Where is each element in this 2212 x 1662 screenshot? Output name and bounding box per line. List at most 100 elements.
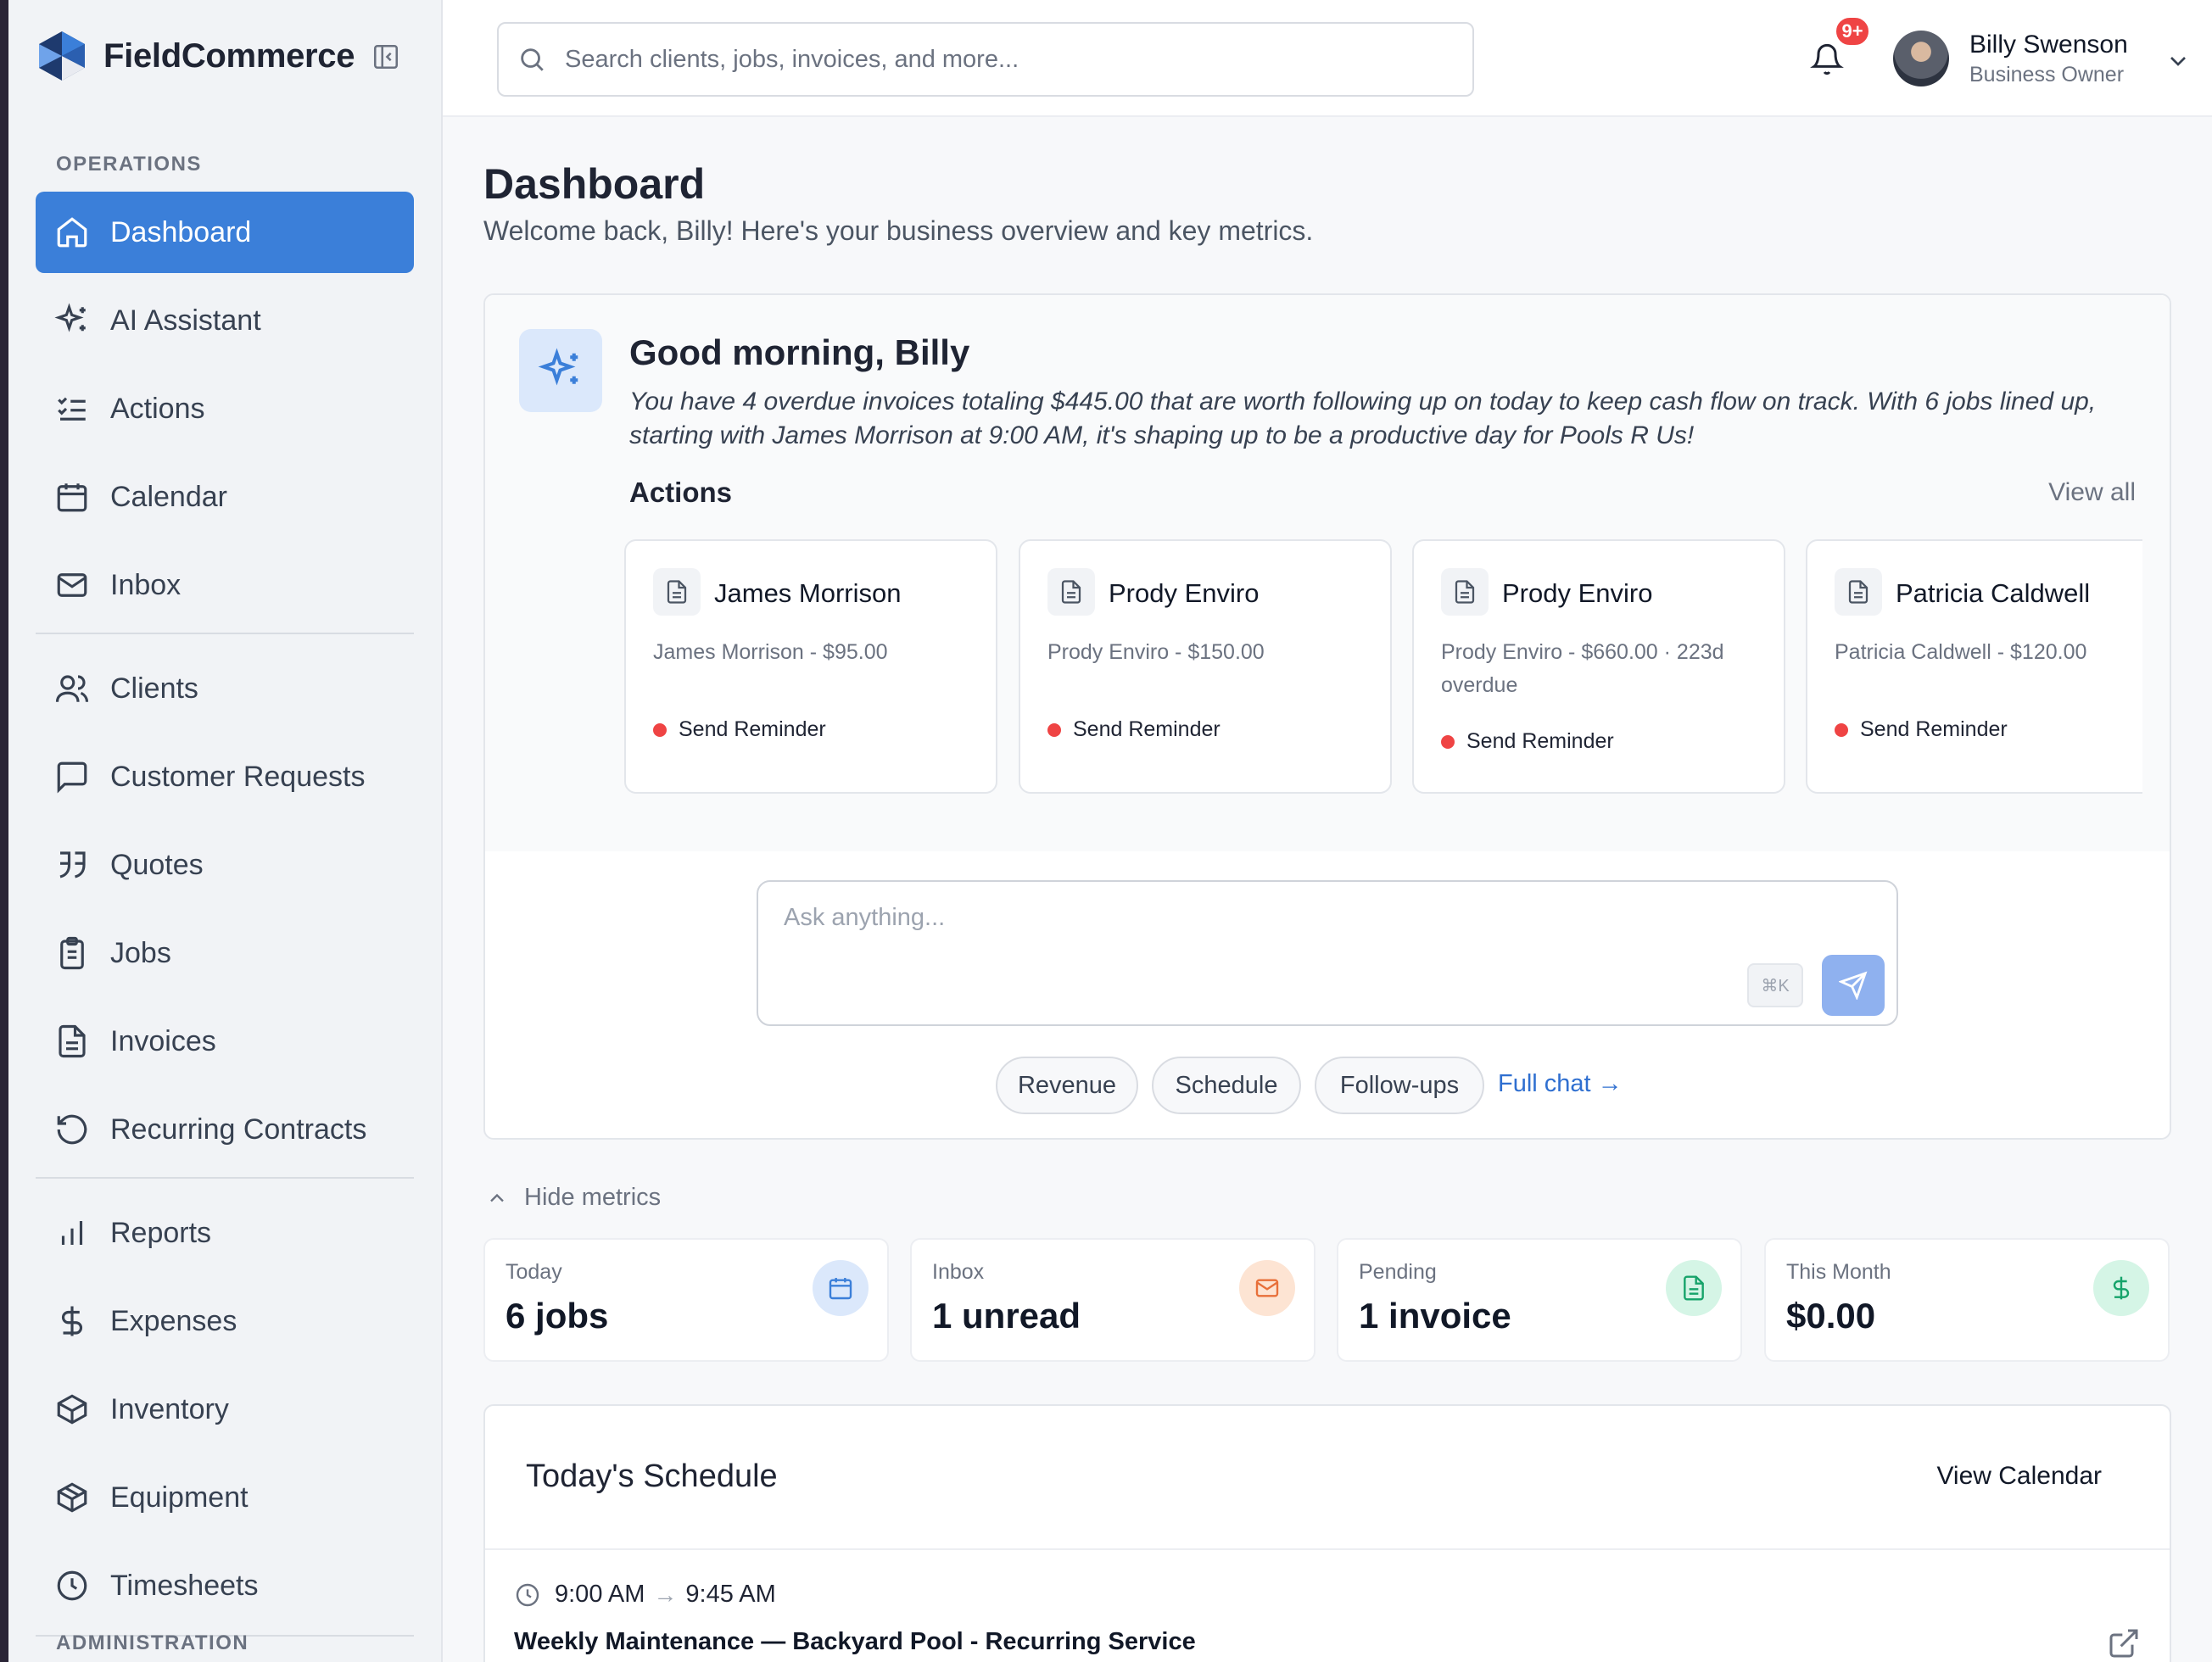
sidebar-item-label: Jobs bbox=[110, 936, 171, 969]
action-card[interactable]: Prody Enviro Prody Enviro - $150.00 Send… bbox=[1019, 539, 1392, 794]
send-reminder-button[interactable]: Send Reminder bbox=[653, 717, 826, 742]
rotate-icon bbox=[57, 1114, 87, 1145]
metric-inbox[interactable]: Inbox 1 unread bbox=[910, 1238, 1315, 1362]
search-input[interactable] bbox=[565, 45, 1413, 74]
sidebar-item-ai-assistant[interactable]: AI Assistant bbox=[36, 280, 414, 361]
send-reminder-label: Send Reminder bbox=[1466, 729, 1614, 753]
page-subtitle: Welcome back, Billy! Here's your busines… bbox=[483, 215, 1314, 246]
sidebar-item-jobs[interactable]: Jobs bbox=[36, 912, 414, 994]
clock-icon bbox=[516, 1583, 539, 1606]
sidebar-item-label: AI Assistant bbox=[110, 304, 261, 337]
calendar-icon bbox=[57, 483, 87, 512]
sidebar-item-dashboard[interactable]: Dashboard bbox=[36, 192, 414, 273]
action-card[interactable]: Patricia Caldwell Patricia Caldwell - $1… bbox=[1806, 539, 2142, 794]
collapse-sidebar-icon[interactable] bbox=[371, 42, 400, 71]
chip-follow-ups[interactable]: Follow-ups bbox=[1315, 1057, 1484, 1114]
send-reminder-label: Send Reminder bbox=[1860, 717, 2008, 741]
brand-logo-icon bbox=[39, 31, 85, 81]
sidebar-item-reports[interactable]: Reports bbox=[36, 1192, 414, 1274]
sidebar-item-customer-requests[interactable]: Customer Requests bbox=[36, 736, 414, 817]
send-reminder-button[interactable]: Send Reminder bbox=[1047, 717, 1221, 742]
greeting-card: Good morning, Billy You have 4 overdue i… bbox=[483, 293, 2171, 1140]
greeting-title: Good morning, Billy bbox=[629, 332, 970, 372]
view-all-link[interactable]: View all bbox=[2048, 478, 2136, 507]
ask-input[interactable] bbox=[784, 904, 1717, 955]
arrow-right-icon: → bbox=[653, 1581, 678, 1608]
brand[interactable]: FieldCommerce bbox=[36, 29, 355, 83]
divider bbox=[485, 1548, 2170, 1550]
checklist-icon bbox=[58, 397, 86, 421]
action-client-name: Prody Enviro bbox=[1109, 578, 1260, 608]
send-reminder-button[interactable]: Send Reminder bbox=[1441, 729, 1614, 754]
sidebar-item-calendar[interactable]: Calendar bbox=[36, 456, 414, 538]
sidebar-item-clients[interactable]: Clients bbox=[36, 648, 414, 729]
sidebar-item-actions[interactable]: Actions bbox=[36, 368, 414, 449]
box-icon bbox=[57, 1394, 87, 1425]
chip-revenue[interactable]: Revenue bbox=[996, 1057, 1138, 1114]
sidebar-item-invoices[interactable]: Invoices bbox=[36, 1001, 414, 1082]
bell-icon[interactable] bbox=[1810, 42, 1844, 76]
sidebar-item-label: Recurring Contracts bbox=[110, 1113, 367, 1146]
sidebar-item-label: Calendar bbox=[110, 480, 227, 513]
chevron-down-icon[interactable] bbox=[2165, 47, 2192, 75]
nav-divider bbox=[36, 1177, 414, 1179]
sidebar-item-equipment[interactable]: Equipment bbox=[36, 1457, 414, 1538]
start-time: 9:00 AM bbox=[555, 1581, 645, 1608]
sidebar: FieldCommerce OPERATIONS Dashboard AI As… bbox=[0, 0, 443, 1662]
calendar-icon bbox=[813, 1260, 869, 1316]
sidebar-item-timesheets[interactable]: Timesheets bbox=[36, 1545, 414, 1626]
metric-today[interactable]: Today 6 jobs bbox=[483, 1238, 889, 1362]
sidebar-item-label: Dashboard bbox=[110, 215, 252, 248]
file-text-icon bbox=[1835, 568, 1882, 616]
schedule-title: Today's Schedule bbox=[526, 1458, 778, 1494]
sidebar-item-inventory[interactable]: Inventory bbox=[36, 1369, 414, 1450]
full-chat-link[interactable]: Full chat → bbox=[1498, 1070, 1623, 1098]
section-operations: OPERATIONS bbox=[56, 153, 202, 176]
sidebar-item-label: Clients bbox=[110, 672, 198, 705]
metric-value: 1 invoice bbox=[1359, 1296, 1511, 1336]
sidebar-item-inbox[interactable]: Inbox bbox=[36, 544, 414, 626]
view-calendar-button[interactable]: View Calendar bbox=[1936, 1462, 2102, 1491]
chevron-up-icon bbox=[490, 1193, 504, 1202]
sidebar-item-label: Quotes bbox=[110, 848, 204, 881]
status-dot bbox=[1835, 722, 1848, 737]
metric-label: Pending bbox=[1359, 1260, 1437, 1284]
chip-schedule[interactable]: Schedule bbox=[1152, 1057, 1301, 1114]
sidebar-item-quotes[interactable]: Quotes bbox=[36, 824, 414, 906]
file-text-icon bbox=[1047, 568, 1095, 616]
status-dot bbox=[1047, 722, 1061, 737]
action-cards: James Morrison James Morrison - $95.00 S… bbox=[624, 539, 2142, 819]
home-icon bbox=[57, 217, 87, 248]
sidebar-item-expenses[interactable]: Expenses bbox=[36, 1280, 414, 1362]
avatar[interactable] bbox=[1893, 31, 1949, 86]
hide-metrics-toggle[interactable]: Hide metrics bbox=[485, 1184, 661, 1212]
send-button[interactable] bbox=[1822, 955, 1885, 1016]
sidebar-item-label: Expenses bbox=[110, 1304, 237, 1337]
action-card[interactable]: Prody Enviro Prody Enviro - $660.00 · 22… bbox=[1412, 539, 1785, 794]
status-dot bbox=[1441, 734, 1455, 749]
user-role: Business Owner bbox=[1969, 63, 2125, 86]
metric-this-month[interactable]: This Month $0.00 bbox=[1764, 1238, 2170, 1362]
actions-heading: Actions bbox=[629, 477, 733, 508]
metric-pending[interactable]: Pending 1 invoice bbox=[1337, 1238, 1742, 1362]
quote-icon bbox=[59, 851, 86, 878]
bar-chart-icon bbox=[61, 1221, 83, 1245]
quick-chips: Revenue Schedule Follow-ups Full chat → bbox=[485, 1057, 2170, 1116]
clipboard-icon bbox=[60, 936, 84, 970]
window-edge bbox=[0, 0, 8, 1662]
file-text-icon bbox=[653, 568, 701, 616]
search-bar[interactable] bbox=[497, 22, 1474, 97]
sidebar-item-recurring-contracts[interactable]: Recurring Contracts bbox=[36, 1089, 414, 1170]
notification-badge: 9+ bbox=[1834, 15, 1871, 47]
search-icon bbox=[521, 48, 544, 71]
action-description: Prody Enviro - $660.00 · 223d overdue bbox=[1441, 640, 1724, 697]
schedule-job-title[interactable]: Weekly Maintenance — Backyard Pool - Rec… bbox=[514, 1628, 1196, 1656]
dollar-icon bbox=[2093, 1260, 2149, 1316]
user-name[interactable]: Billy Swenson bbox=[1969, 31, 2128, 59]
file-text-icon bbox=[59, 1024, 86, 1058]
sidebar-item-label: Customer Requests bbox=[110, 760, 366, 793]
action-card[interactable]: James Morrison James Morrison - $95.00 S… bbox=[624, 539, 997, 794]
metric-value: 1 unread bbox=[932, 1296, 1081, 1336]
external-link-icon[interactable] bbox=[2107, 1626, 2141, 1660]
send-reminder-button[interactable]: Send Reminder bbox=[1835, 717, 2008, 742]
